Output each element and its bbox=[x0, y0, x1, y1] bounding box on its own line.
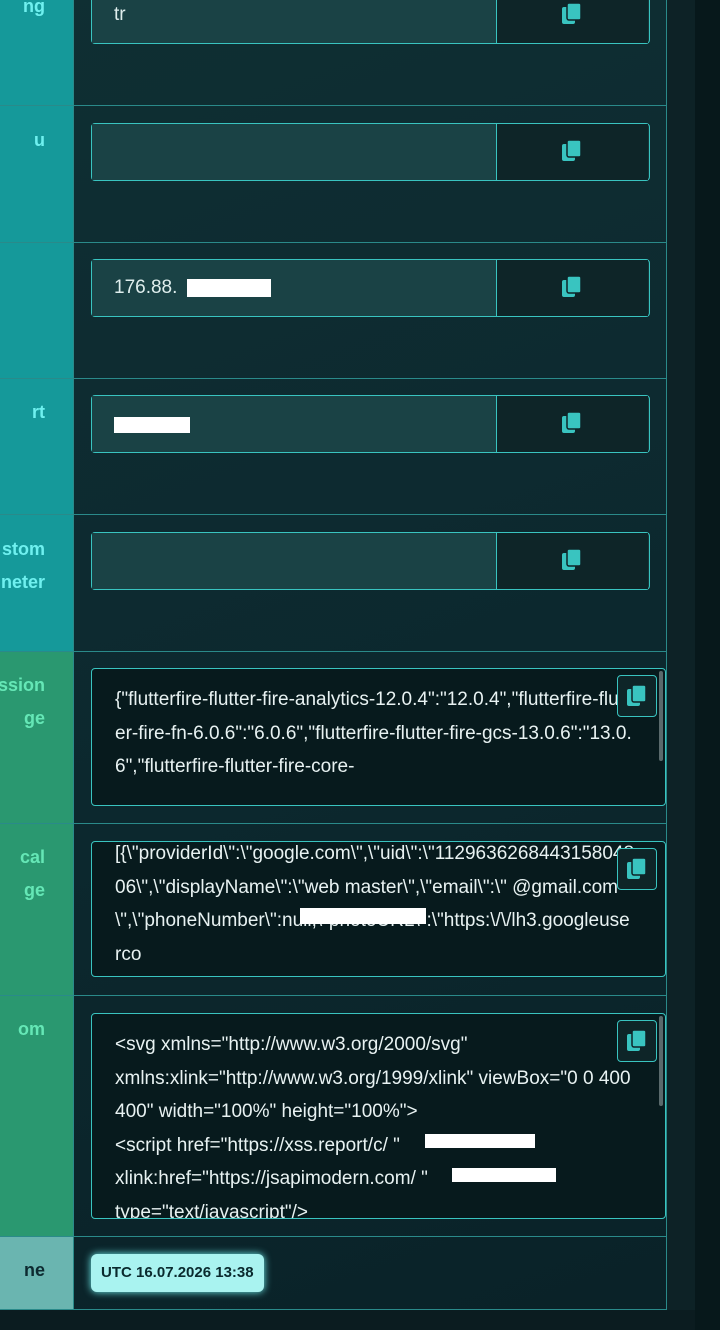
row-label: ge bbox=[23, 880, 45, 900]
row-label: ne bbox=[23, 1260, 45, 1280]
row-label: neter bbox=[0, 572, 45, 592]
row-label-cell: ne bbox=[0, 1237, 74, 1309]
right-edge bbox=[667, 0, 695, 1330]
copy-icon bbox=[562, 549, 582, 571]
bottom-edge bbox=[0, 1310, 695, 1330]
row-label-cell: ssion ge bbox=[0, 652, 74, 823]
table-row: cal ge [{\"providerId\":\"google.com\",\… bbox=[0, 824, 667, 996]
table-row: 176.88. bbox=[0, 243, 667, 379]
copy-button[interactable] bbox=[497, 124, 648, 180]
copy-button[interactable] bbox=[617, 1020, 657, 1062]
copy-icon bbox=[562, 276, 582, 298]
row-label: ge bbox=[23, 708, 45, 728]
copy-button[interactable] bbox=[617, 675, 657, 717]
copy-icon bbox=[627, 1030, 647, 1052]
row-label: rt bbox=[32, 402, 45, 422]
textarea-content[interactable]: [{\"providerId\":\"google.com\",\"uid\":… bbox=[115, 842, 635, 971]
row-label: cal bbox=[19, 847, 45, 867]
copy-icon bbox=[562, 3, 582, 25]
row-label-cell: rt bbox=[0, 379, 74, 514]
table-row: ng tr bbox=[0, 0, 667, 106]
row-label-cell: u bbox=[0, 106, 74, 242]
table-row: om <svg xmlns="http://www.w3.org/2000/sv… bbox=[0, 996, 667, 1237]
ip-address-value[interactable]: 176.88. bbox=[92, 260, 497, 316]
textarea-content[interactable]: <svg xmlns="http://www.w3.org/2000/svg" … bbox=[115, 1028, 635, 1218]
redaction-mark bbox=[300, 908, 426, 924]
dom-textarea[interactable]: <svg xmlns="http://www.w3.org/2000/svg" … bbox=[91, 1013, 666, 1219]
page-edge bbox=[695, 0, 720, 1330]
row-label: stom bbox=[1, 539, 45, 559]
table-row: u bbox=[0, 106, 667, 243]
row-label-cell bbox=[0, 243, 74, 378]
row-label-cell: ng bbox=[0, 0, 74, 105]
copy-button[interactable] bbox=[497, 260, 648, 316]
timestamp-badge: UTC 16.07.2026 13:38 bbox=[91, 1254, 264, 1292]
value-text[interactable] bbox=[92, 533, 497, 589]
value-field[interactable] bbox=[91, 395, 650, 453]
scrollbar[interactable] bbox=[659, 1016, 663, 1106]
copy-icon bbox=[627, 858, 647, 880]
value-field[interactable]: 176.88. bbox=[91, 259, 650, 317]
row-label-cell: cal ge bbox=[0, 824, 74, 995]
row-label-cell: om bbox=[0, 996, 74, 1236]
redaction-mark bbox=[452, 1168, 556, 1182]
copy-icon bbox=[627, 685, 647, 707]
row-label: om bbox=[18, 1019, 45, 1039]
row-label: ssion bbox=[0, 675, 45, 695]
copy-icon bbox=[562, 140, 582, 162]
scrollbar[interactable] bbox=[659, 671, 663, 761]
redaction-mark bbox=[114, 417, 190, 433]
copy-button[interactable] bbox=[497, 396, 648, 452]
value-field[interactable] bbox=[91, 123, 650, 181]
copy-icon bbox=[562, 412, 582, 434]
row-label-cell: stom neter bbox=[0, 515, 74, 651]
value-field[interactable] bbox=[91, 532, 650, 590]
table-row: stom neter bbox=[0, 515, 667, 652]
row-label: ng bbox=[23, 0, 45, 16]
textarea-content[interactable]: {"flutterfire-flutter-fire-analytics-12.… bbox=[115, 683, 635, 784]
copy-button[interactable] bbox=[497, 533, 648, 589]
table-row: ssion ge {"flutterfire-flutter-fire-anal… bbox=[0, 652, 667, 824]
copy-button[interactable] bbox=[497, 0, 648, 43]
value-text[interactable]: tr bbox=[92, 0, 497, 43]
value-field[interactable]: tr bbox=[91, 0, 650, 44]
redaction-mark bbox=[187, 279, 271, 297]
table-row: rt bbox=[0, 379, 667, 515]
value-text[interactable] bbox=[92, 124, 497, 180]
row-label: u bbox=[34, 130, 45, 150]
copy-button[interactable] bbox=[617, 848, 657, 890]
local-storage-textarea[interactable]: [{\"providerId\":\"google.com\",\"uid\":… bbox=[91, 841, 666, 977]
session-storage-textarea[interactable]: {"flutterfire-flutter-fire-analytics-12.… bbox=[91, 668, 666, 806]
redaction-mark bbox=[425, 1134, 535, 1148]
